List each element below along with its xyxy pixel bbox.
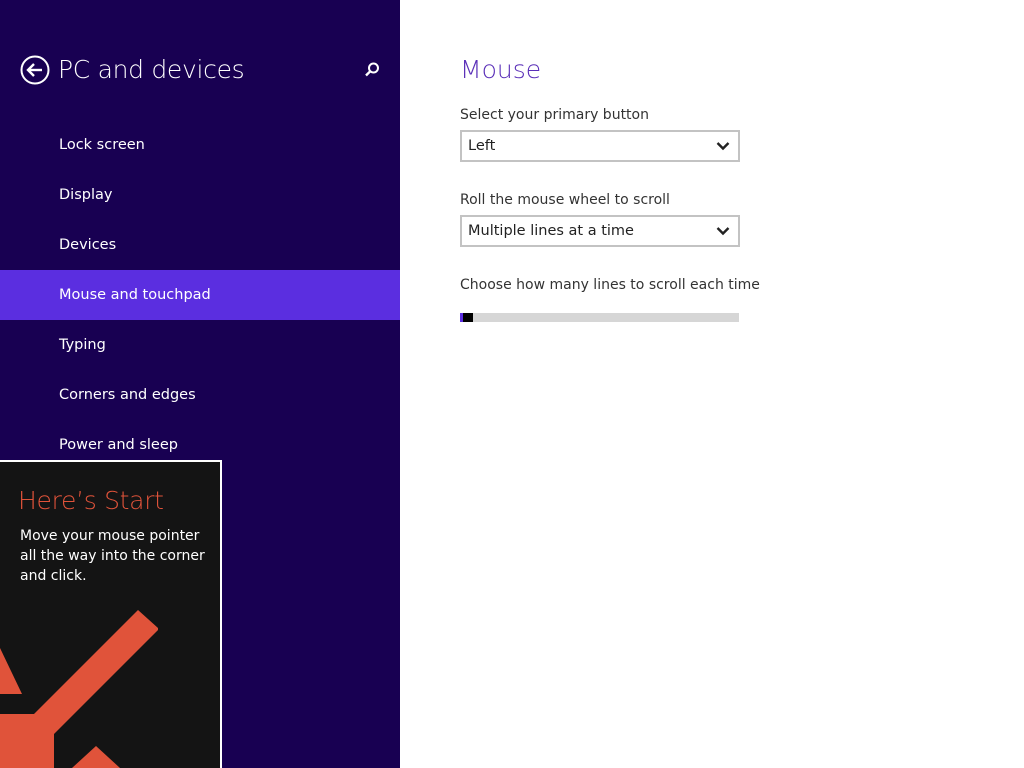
wheel-scroll-label: Roll the mouse wheel to scroll [460,192,670,208]
chevron-down-icon [716,142,730,151]
wheel-scroll-value: Multiple lines at a time [468,223,634,239]
start-tip-title: Here’s Start [18,486,164,515]
nav-item-devices[interactable]: Devices [0,220,400,270]
nav-item-typing[interactable]: Typing [0,320,400,370]
start-tip-body: Move your mouse pointer all the way into… [20,528,205,584]
nav-item-mouse-and-touchpad[interactable]: Mouse and touchpad [0,270,400,320]
content-pane: Mouse Select your primary button Left Ro… [400,0,1024,768]
nav-header: PC and devices [20,54,382,88]
lines-to-scroll-slider[interactable] [460,313,739,322]
start-tip[interactable]: Here’s Start Move your mouse pointer all… [0,460,222,768]
primary-button-dropdown[interactable]: Left [460,130,740,162]
search-icon[interactable] [362,60,382,80]
settings-screen: PC and devices Lock screen Display Devic… [0,0,1024,768]
chevron-down-icon [716,227,730,236]
lines-to-scroll-label: Choose how many lines to scroll each tim… [460,277,760,293]
wheel-scroll-dropdown[interactable]: Multiple lines at a time [460,215,740,247]
nav-item-lock-screen[interactable]: Lock screen [0,120,400,170]
nav-pane: PC and devices Lock screen Display Devic… [0,0,400,768]
nav-item-corners-and-edges[interactable]: Corners and edges [0,370,400,420]
nav-title: PC and devices [58,55,245,84]
nav-item-display[interactable]: Display [0,170,400,220]
back-arrow-icon[interactable] [20,55,50,85]
primary-button-value: Left [468,138,496,154]
slider-thumb[interactable] [463,313,473,322]
page-title: Mouse [460,55,542,84]
nav-list: Lock screen Display Devices Mouse and to… [0,120,400,470]
primary-button-label: Select your primary button [460,107,649,123]
